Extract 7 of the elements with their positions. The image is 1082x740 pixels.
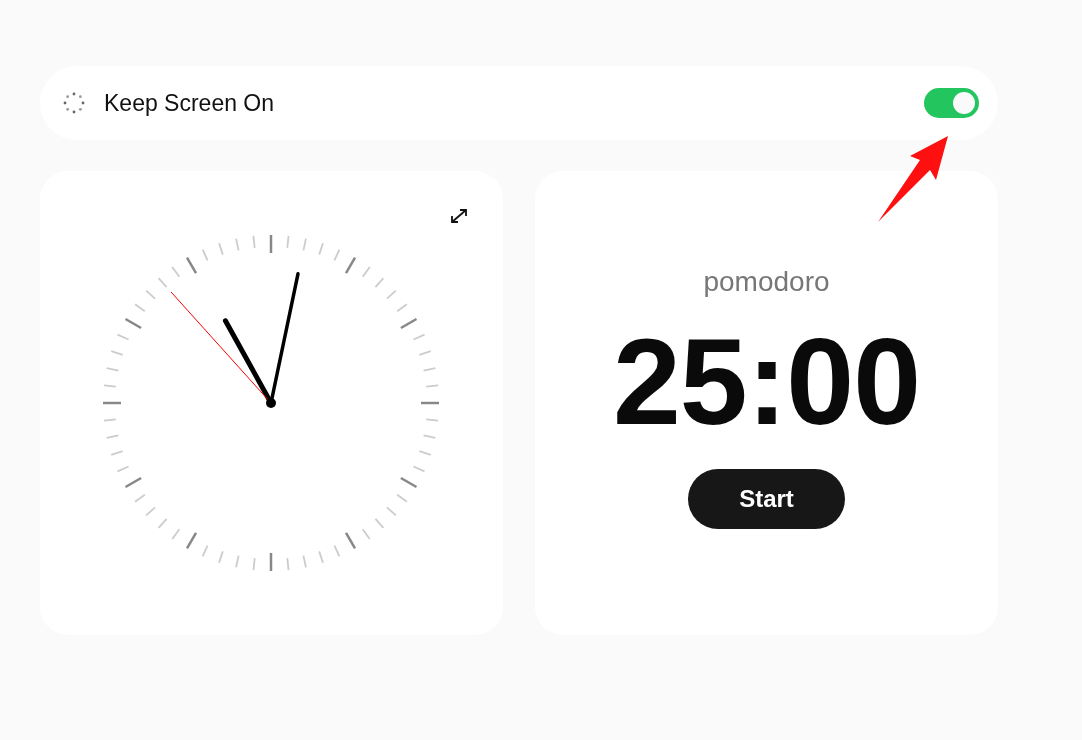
toggle-switch[interactable]	[924, 88, 979, 118]
timer-display: 25:00	[613, 317, 920, 447]
start-button[interactable]: Start	[688, 469, 845, 529]
mode-label: pomodoro	[703, 265, 830, 299]
setting-label: Keep Screen On	[104, 89, 276, 117]
expand-icon[interactable]	[449, 207, 469, 225]
loading-icon	[62, 91, 86, 115]
